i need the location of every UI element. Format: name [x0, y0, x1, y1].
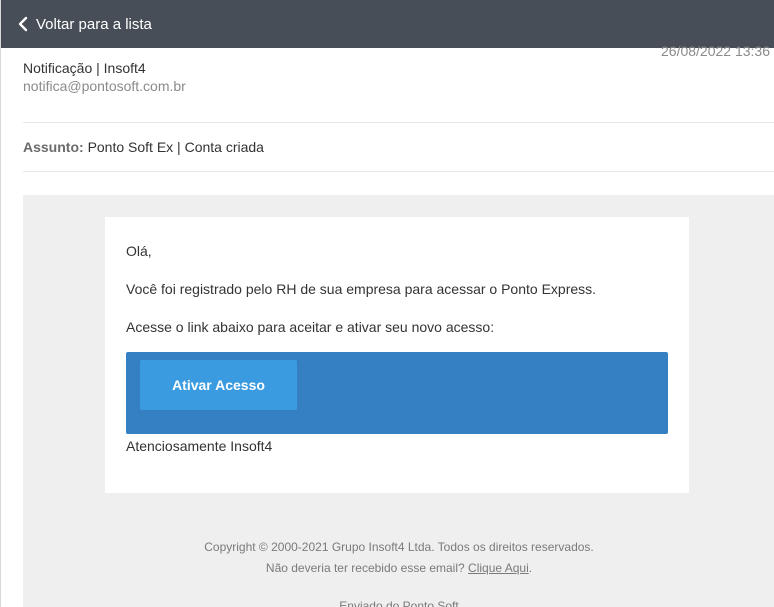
message-subject: Assunto: Ponto Soft Ex | Conta criada	[23, 139, 264, 155]
back-to-list-label: Voltar para a lista	[36, 15, 152, 33]
email-view: Voltar para a lista Notificação | Insoft…	[0, 0, 774, 607]
back-to-list-button[interactable]: Voltar para a lista	[15, 16, 152, 33]
divider	[23, 171, 774, 172]
activate-access-button[interactable]: Ativar Acesso	[140, 360, 297, 410]
subject-text: Ponto Soft Ex | Conta criada	[87, 139, 264, 155]
unsubscribe-end: .	[528, 561, 533, 575]
sent-from-text: Enviado do Ponto Soft	[339, 599, 459, 607]
divider	[23, 122, 774, 123]
unsubscribe-text: Não deveria ter recebido esse email?	[265, 561, 465, 575]
body-line-2: Acesse o link abaixo para aceitar e ativ…	[126, 319, 495, 335]
message-header: Notificação | Insoft4 notifica@pontosoft…	[1, 48, 774, 122]
email-card: Olá, Você foi registrado pelo RH de sua …	[105, 217, 689, 493]
top-bar: Voltar para a lista	[1, 0, 774, 48]
signature-text: Atenciosamente Insoft4	[126, 438, 273, 454]
greeting-text: Olá,	[126, 243, 152, 259]
sender-name: Notificação | Insoft4	[23, 60, 146, 76]
sender-email: notifica@pontosoft.com.br	[23, 78, 186, 94]
copyright-text: Copyright © 2000-2021 Grupo Insoft4 Ltda…	[204, 540, 594, 554]
cta-band: Ativar Acesso	[126, 352, 668, 434]
message-date: 26/08/2022 13:36	[661, 43, 770, 59]
chevron-left-icon	[18, 16, 28, 32]
body-line-1: Você foi registrado pelo RH de sua empre…	[126, 281, 597, 297]
unsubscribe-link[interactable]: Clique Aqui	[468, 561, 529, 575]
unsubscribe-line: Não deveria ter recebido esse email? Cli…	[23, 561, 774, 575]
subject-label: Assunto:	[23, 139, 84, 155]
email-body-area: Olá, Você foi registrado pelo RH de sua …	[23, 195, 774, 607]
